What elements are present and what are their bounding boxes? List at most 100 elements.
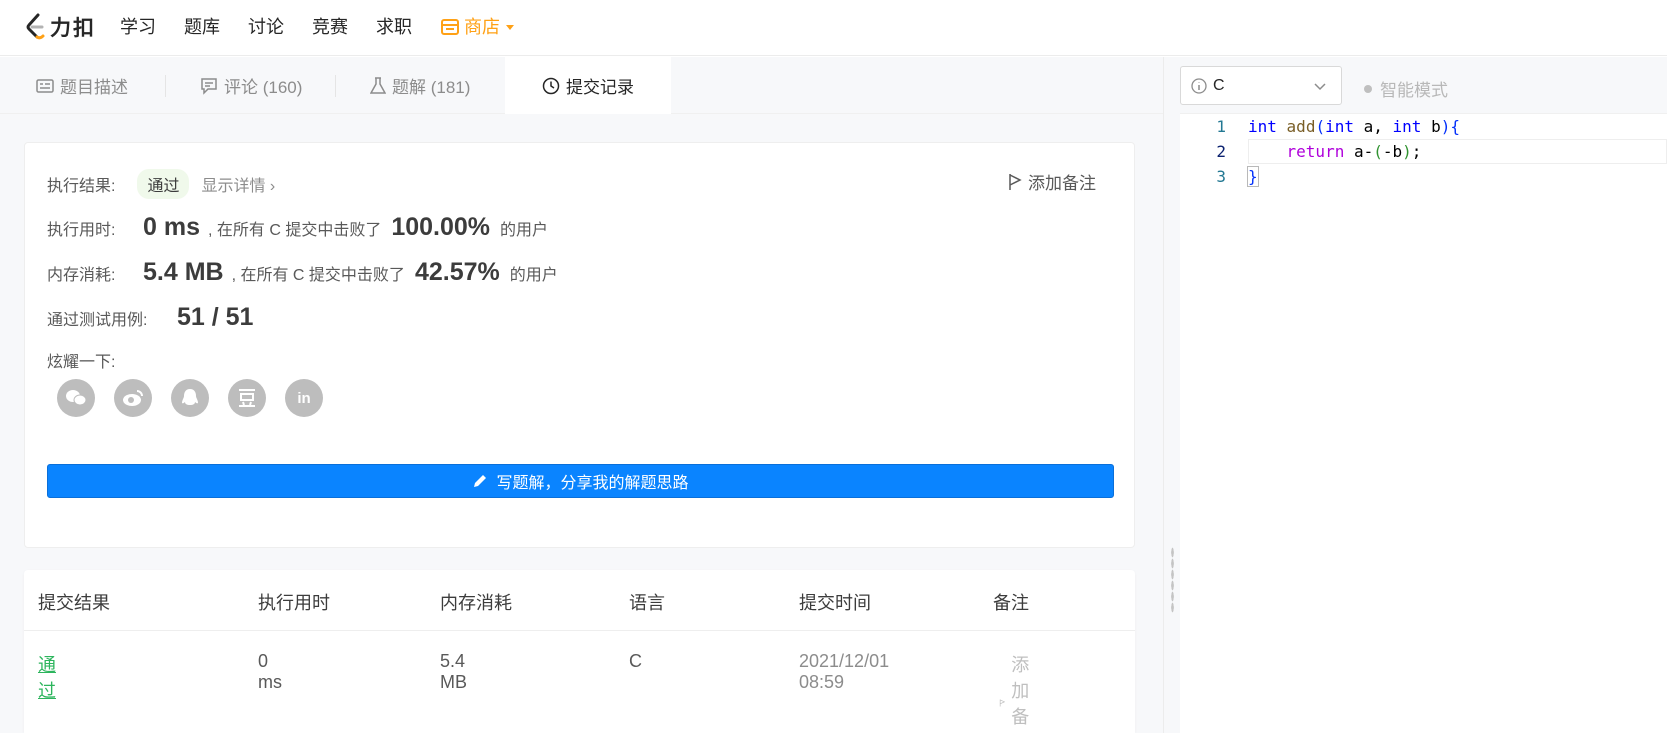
comment-icon: [201, 77, 217, 95]
runtime-label: 执行用时:: [47, 222, 116, 239]
description-icon: [36, 78, 54, 93]
flask-icon: [370, 76, 386, 94]
status-label: 执行结果:: [47, 178, 116, 195]
flag-icon: [999, 699, 1006, 707]
language-select-value: C: [1213, 76, 1225, 94]
add-note-label: 添加备注: [1028, 174, 1096, 193]
brand-name: 力扣: [50, 17, 96, 40]
row-add-note-button[interactable]: 添加备注: [999, 651, 1039, 733]
left-panel: 题目描述 评论 (160) 题解 (181) 提交记录 执行结果: 通过 显示详…: [0, 57, 1163, 733]
line-number: 1: [1216, 117, 1226, 136]
runtime-row: 执行用时: 0 ms , 在所有 C 提交中击败了 100.00% 的用户: [47, 213, 548, 242]
code-editor-panel: C 智能模式 1 int add(int a, int b){ 2 return…: [1180, 57, 1667, 733]
nav-item-learn[interactable]: 学习: [120, 14, 156, 40]
write-solution-label: 写题解，分享我的解题思路: [496, 475, 689, 492]
status-badge: 通过: [137, 169, 190, 199]
add-note-button[interactable]: 添加备注: [1008, 169, 1096, 194]
memory-users-suffix: 的用户: [509, 267, 558, 284]
info-icon: [1191, 77, 1207, 94]
smart-mode-toggle[interactable]: 智能模式: [1364, 76, 1448, 101]
code-line-text: int add(int a, int b){: [1248, 117, 1460, 136]
caret-down-icon: [506, 24, 514, 30]
share-row: 炫耀一下:: [47, 348, 115, 372]
code-line-text: return a-(-b);: [1286, 142, 1422, 161]
store-icon: [441, 19, 459, 35]
submission-result-link[interactable]: 通过: [38, 651, 56, 703]
col-header-runtime: 执行用时: [258, 593, 330, 613]
chevron-down-icon: [1314, 83, 1326, 91]
qq-icon[interactable]: [171, 379, 209, 417]
submission-runtime: 0 ms: [258, 651, 282, 692]
memory-label: 内存消耗:: [47, 267, 116, 284]
tab-description-label: 题目描述: [60, 78, 128, 97]
store-label: 商店: [464, 17, 500, 37]
nav-item-jobs[interactable]: 求职: [376, 14, 412, 40]
write-solution-button[interactable]: 写题解，分享我的解题思路: [47, 464, 1114, 498]
douban-icon[interactable]: [228, 379, 266, 417]
tab-submissions[interactable]: 提交记录: [505, 57, 671, 114]
runtime-users-suffix: 的用户: [500, 222, 549, 239]
status-dot-icon: [1364, 84, 1372, 93]
tests-label: 通过测试用例:: [47, 312, 148, 329]
memory-beat-text: , 在所有 C 提交中击败了: [231, 267, 405, 284]
submission-result-card: 执行结果: 通过 显示详情 › 添加备注 执行用时: 0 ms , 在所有 C …: [24, 142, 1135, 548]
line-number: 2: [1216, 142, 1226, 161]
clock-icon: [542, 77, 560, 94]
memory-percentile: 42.57%: [414, 258, 500, 286]
top-navbar: 力扣 学习 题库 讨论 竞赛 求职 商店: [0, 0, 1667, 56]
row-add-note-label: 添加备注: [1011, 655, 1030, 727]
nav-item-problems[interactable]: 题库: [184, 14, 220, 40]
language-select[interactable]: C: [1180, 66, 1342, 105]
code-line: 1 int add(int a, int b){: [1180, 114, 1667, 139]
memory-value: 5.4 MB: [143, 258, 224, 286]
tests-row: 通过测试用例: 51 / 51: [47, 303, 253, 332]
code-area[interactable]: 1 int add(int a, int b){ 2 return a-(-b)…: [1180, 114, 1667, 733]
nav-item-contest[interactable]: 竞赛: [312, 14, 348, 40]
tab-description[interactable]: 题目描述: [36, 57, 128, 114]
nav-item-discuss[interactable]: 讨论: [248, 14, 284, 40]
col-header-language: 语言: [629, 593, 665, 613]
code-line-current: 2 return a-(-b);: [1180, 139, 1667, 164]
submission-language: C: [629, 651, 642, 671]
pencil-icon: [474, 475, 487, 487]
share-buttons: in: [57, 379, 323, 417]
flag-icon: [1009, 173, 1022, 190]
logo[interactable]: 力扣: [24, 12, 96, 42]
runtime-beat-text: , 在所有 C 提交中击败了: [207, 222, 382, 239]
editor-toolbar: C 智能模式: [1180, 57, 1667, 114]
weibo-icon[interactable]: [114, 379, 152, 417]
submissions-table: 提交结果 执行用时 内存消耗 语言 提交时间 备注 通过 0 ms 5.4 MB…: [24, 570, 1135, 733]
show-details-label: 显示详情: [201, 178, 266, 195]
col-header-result: 提交结果: [38, 593, 110, 613]
table-header: 提交结果 执行用时 内存消耗 语言 提交时间 备注: [24, 570, 1135, 631]
memory-row: 内存消耗: 5.4 MB , 在所有 C 提交中击败了 42.57% 的用户: [47, 258, 558, 287]
tab-divider: [165, 75, 166, 97]
tab-solutions[interactable]: 题解 (181): [370, 57, 470, 114]
tab-submissions-label: 提交记录: [566, 78, 634, 97]
show-details-link[interactable]: 显示详情 ›: [201, 172, 275, 196]
wechat-icon[interactable]: [57, 379, 95, 417]
tests-value: 51 / 51: [177, 303, 254, 331]
runtime-value: 0 ms: [143, 213, 200, 241]
share-label: 炫耀一下:: [47, 354, 116, 371]
drag-dots-icon: [1171, 547, 1174, 613]
line-number: 3: [1216, 167, 1226, 186]
nav-menu: 学习 题库 讨论 竞赛 求职 商店: [120, 14, 514, 40]
col-header-note: 备注: [993, 593, 1029, 613]
code-line: 3 }: [1180, 164, 1667, 189]
linkedin-icon[interactable]: in: [285, 379, 323, 417]
submission-memory: 5.4 MB: [440, 651, 467, 692]
tab-solutions-label: 题解 (181): [392, 78, 471, 97]
panel-resize-handle[interactable]: [1163, 57, 1180, 733]
leetcode-logo-icon: [26, 13, 45, 40]
tab-comments[interactable]: 评论 (160): [200, 57, 302, 114]
submission-time: 2021/12/01 08:59: [799, 651, 890, 692]
nav-item-store[interactable]: 商店: [440, 14, 514, 40]
col-header-time: 提交时间: [799, 593, 871, 613]
problem-tabs: 题目描述 评论 (160) 题解 (181) 提交记录: [0, 57, 1163, 114]
tab-comments-label: 评论 (160): [224, 78, 303, 97]
smart-mode-label: 智能模式: [1380, 81, 1448, 100]
col-header-memory: 内存消耗: [440, 593, 512, 613]
tab-divider: [335, 75, 336, 97]
status-row: 执行结果: 通过 显示详情 ›: [47, 169, 275, 199]
